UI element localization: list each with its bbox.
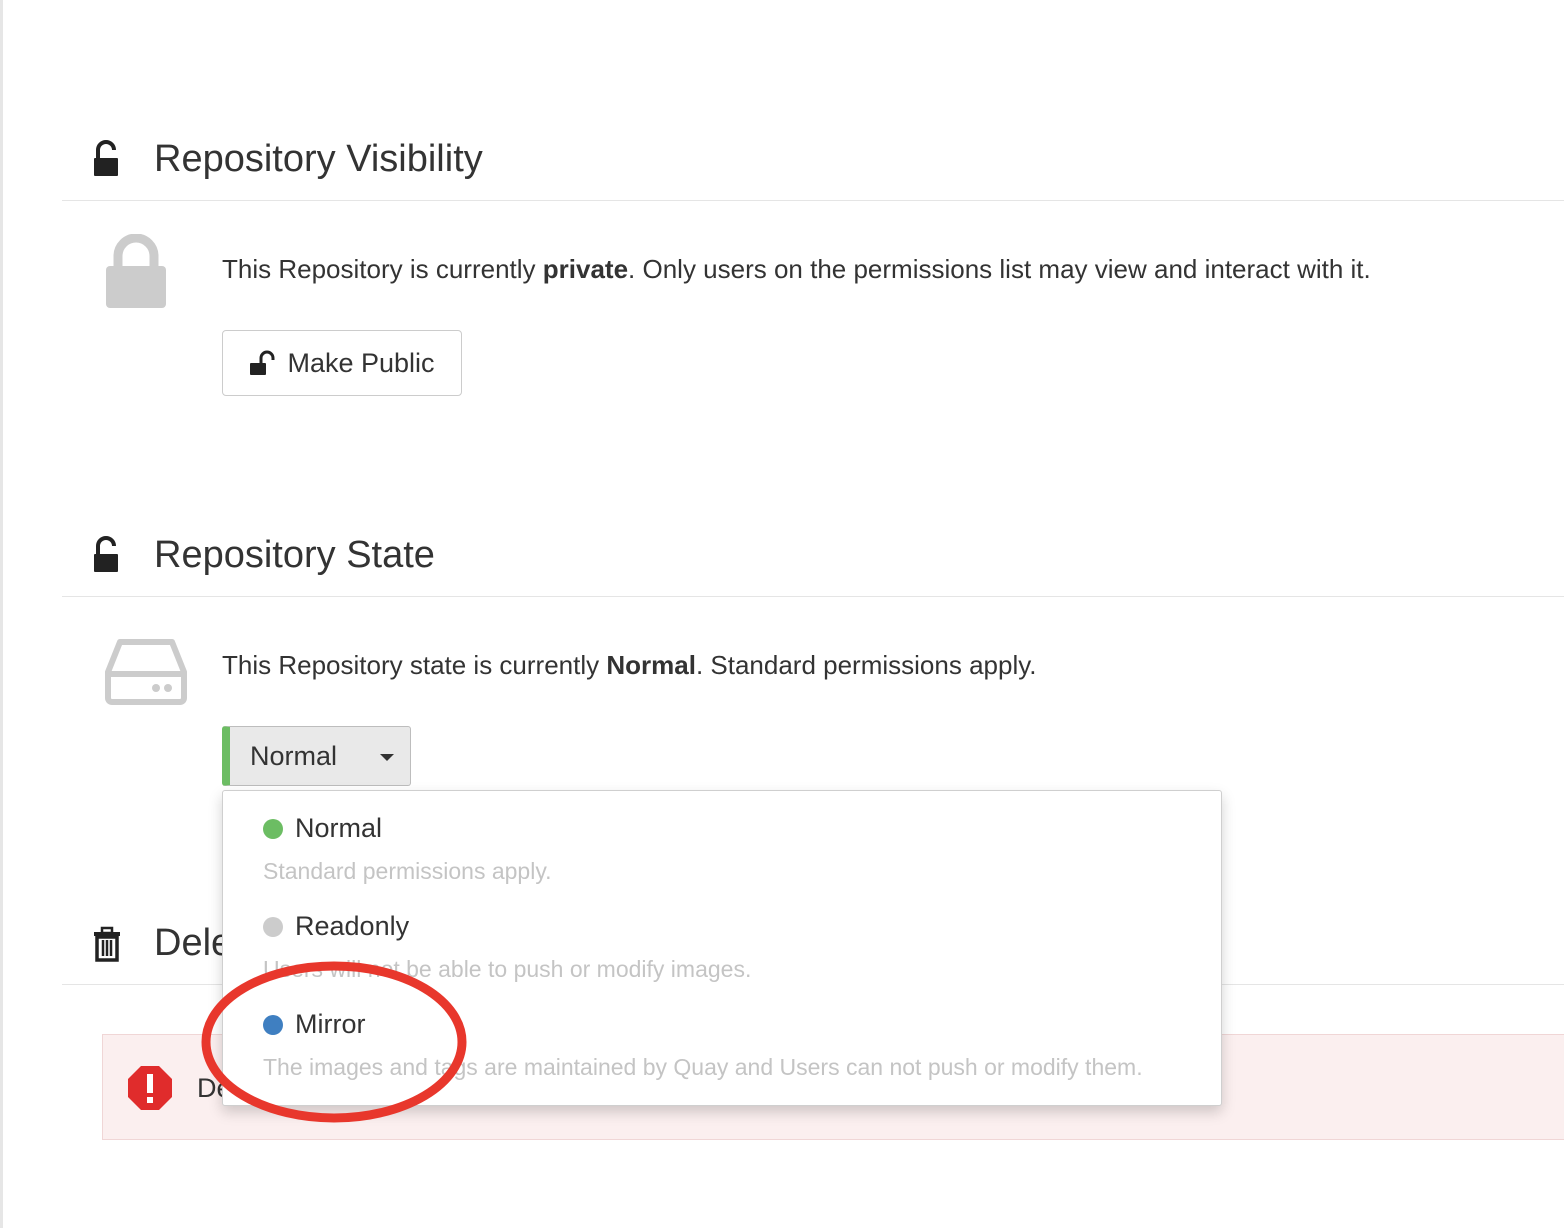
hard-drive-icon [105, 639, 187, 705]
state-option-label: Mirror [295, 1009, 366, 1039]
visibility-desc-suffix: . Only users on the permissions list may… [628, 254, 1371, 284]
state-title: Repository State [154, 534, 435, 576]
make-public-label: Make Public [287, 347, 435, 378]
state-desc-suffix: . Standard permissions apply. [695, 650, 1037, 680]
unlock-icon [250, 350, 275, 375]
state-dropdown-toggle[interactable]: Normal [222, 726, 411, 786]
unlock-icon [94, 139, 118, 176]
state-desc-prefix: This Repository state is currently [222, 650, 607, 680]
visibility-desc-prefix: This Repository is currently [222, 254, 543, 284]
state-option-mirror[interactable]: Mirror The images and tags are maintaine… [263, 1009, 1201, 1081]
state-option-label: Readonly [295, 911, 410, 941]
delete-title: Dele [154, 922, 233, 964]
repository-settings-page: Repository Visibility This Repository is… [0, 0, 1564, 1228]
lock-icon [106, 234, 166, 308]
state-option-label: Normal [295, 813, 383, 843]
state-divider [62, 596, 1564, 597]
visibility-status: private [542, 254, 629, 284]
state-option-normal[interactable]: Normal Standard permissions apply. [263, 813, 1201, 885]
state-option-description: Standard permissions apply. [263, 858, 552, 884]
exclamation-octagon-icon [128, 1066, 172, 1110]
green-dot-icon [263, 818, 283, 839]
left-border [0, 0, 3, 1228]
state-option-readonly[interactable]: Readonly Users will not be able to push … [263, 911, 1201, 983]
state-option-description: Users will not be able to push or modify… [263, 956, 752, 982]
delete-heading: Dele [92, 922, 232, 965]
make-public-button[interactable]: Make Public [222, 330, 462, 396]
visibility-description: This Repository is currently private. On… [222, 254, 1371, 285]
state-dropdown-menu: Normal Standard permissions apply. Reado… [222, 790, 1222, 1106]
state-current: Normal [606, 650, 696, 680]
state-description: This Repository state is currently Norma… [222, 650, 1037, 681]
state-heading: Repository State [92, 534, 435, 577]
state-option-description: The images and tags are maintained by Qu… [263, 1054, 1143, 1080]
visibility-heading: Repository Visibility [92, 138, 483, 181]
caret-down-icon [380, 754, 394, 761]
trash-icon [94, 926, 120, 962]
unlock-icon [94, 535, 118, 572]
visibility-divider [62, 200, 1564, 201]
blue-dot-icon [263, 1014, 283, 1035]
visibility-title: Repository Visibility [154, 138, 483, 180]
gray-dot-icon [263, 916, 283, 937]
state-selected-label: Normal [250, 740, 338, 771]
